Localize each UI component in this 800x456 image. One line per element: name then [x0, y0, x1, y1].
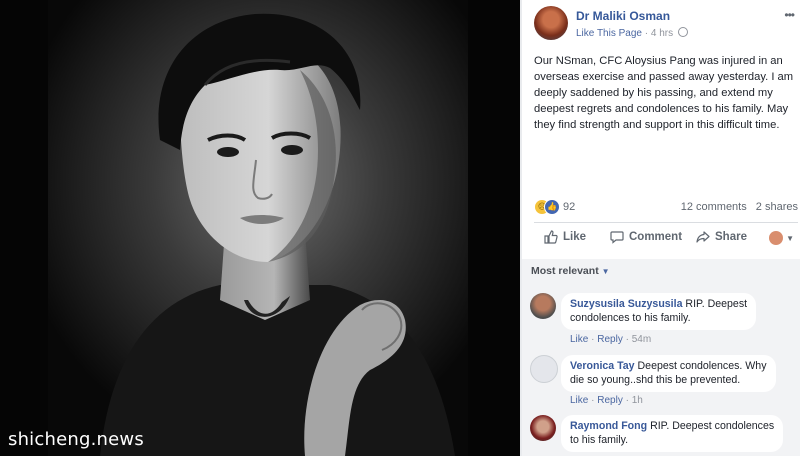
comment-item: Suzysusila Suzysusila RIP. Deepest condo…: [530, 293, 798, 349]
share-arrow-icon: [696, 231, 710, 243]
commenter-avatar[interactable]: [530, 293, 556, 319]
comments-section: Most relevant ▼ Suzysusila Suzysusila RI…: [522, 259, 800, 456]
comment-like-link[interactable]: Like: [570, 395, 588, 406]
post-body: Our NSman, CFC Aloysius Pang was injured…: [534, 55, 794, 131]
commenter-avatar[interactable]: [530, 355, 558, 383]
comment-reply-link[interactable]: Reply: [597, 334, 623, 345]
shares-count[interactable]: 2 shares: [756, 201, 798, 213]
watermark-text: shicheng.news: [8, 429, 144, 450]
comment-text-cont: condolences to his family.: [570, 312, 691, 324]
post-actions: Like Comment Share ▼: [534, 226, 798, 254]
comment-text: RIP. Deepest condolences: [650, 420, 775, 432]
post-time[interactable]: 4 hrs: [651, 28, 673, 39]
portrait-image: [0, 0, 520, 456]
comment-bubble: Raymond Fong RIP. Deepest condolences to…: [561, 415, 784, 452]
commenter-avatar[interactable]: [530, 415, 556, 441]
post-meta: Like This Page · 4 hrs: [576, 27, 688, 39]
like-label: Like: [563, 231, 587, 243]
share-button[interactable]: Share: [696, 230, 747, 244]
comment-item: Veronica Tay Deepest condolences. Why di…: [530, 355, 798, 411]
comment-item: Raymond Fong RIP. Deepest condolences to…: [530, 415, 798, 456]
reactions-bar: ☹ 👍 92 12 comments 2 shares: [534, 198, 798, 218]
like-page-link[interactable]: Like This Page: [576, 28, 642, 39]
comment-time[interactable]: 54m: [632, 334, 651, 345]
like-button[interactable]: Like: [544, 230, 586, 244]
comment-meta: Like · Reply · 54m: [570, 334, 652, 345]
comment-sort-dropdown[interactable]: Most relevant ▼: [531, 265, 610, 277]
comment-button[interactable]: Comment: [610, 230, 682, 244]
sort-label: Most relevant: [531, 265, 599, 277]
like-reaction-icon: 👍: [544, 199, 560, 215]
comment-time[interactable]: 1h: [632, 395, 643, 406]
comment-bubble: Suzysusila Suzysusila RIP. Deepest condo…: [561, 293, 757, 330]
profile-avatar-icon: [769, 231, 784, 245]
meta-separator: ·: [644, 28, 649, 39]
comment-text-cont: die so young..shd this be prevented.: [570, 374, 741, 386]
reaction-count[interactable]: 92: [563, 201, 575, 213]
thumbs-up-icon: [544, 230, 558, 244]
separator-line: [534, 222, 798, 223]
comment-text-cont: to his family.: [570, 434, 629, 446]
reaction-icons[interactable]: ☹ 👍: [534, 199, 562, 215]
portrait-photo: shicheng.news: [0, 0, 520, 456]
comment-label: Comment: [629, 231, 683, 243]
more-options-icon[interactable]: •••: [784, 8, 795, 22]
chevron-down-icon: ▼: [786, 233, 794, 243]
engagement-counts: 12 comments 2 shares: [681, 201, 798, 213]
comment-reply-link[interactable]: Reply: [597, 395, 623, 406]
comments-count[interactable]: 12 comments: [681, 201, 747, 213]
facebook-post-panel: Dr Maliki Osman Like This Page · 4 hrs •…: [522, 0, 800, 456]
comment-like-link[interactable]: Like: [570, 334, 588, 345]
audience-selector[interactable]: ▼: [769, 231, 794, 245]
share-label: Share: [715, 231, 747, 243]
comment-bubble: Veronica Tay Deepest condolences. Why di…: [561, 355, 776, 392]
commenter-name[interactable]: Raymond Fong: [570, 420, 647, 432]
chevron-down-icon: ▼: [601, 267, 610, 276]
comment-meta: Like · Reply · 1h: [570, 395, 643, 406]
comment-text: Deepest condolences. Why: [637, 360, 767, 372]
author-avatar[interactable]: [534, 6, 568, 40]
commenter-name[interactable]: Veronica Tay: [570, 360, 635, 372]
comment-bubble-icon: [610, 231, 624, 244]
author-name[interactable]: Dr Maliki Osman: [576, 9, 670, 23]
commenter-name[interactable]: Suzysusila Suzysusila: [570, 298, 682, 310]
post-header: Dr Maliki Osman Like This Page · 4 hrs •…: [522, 0, 800, 46]
comment-text: RIP. Deepest: [685, 298, 748, 310]
globe-icon: [677, 27, 688, 37]
